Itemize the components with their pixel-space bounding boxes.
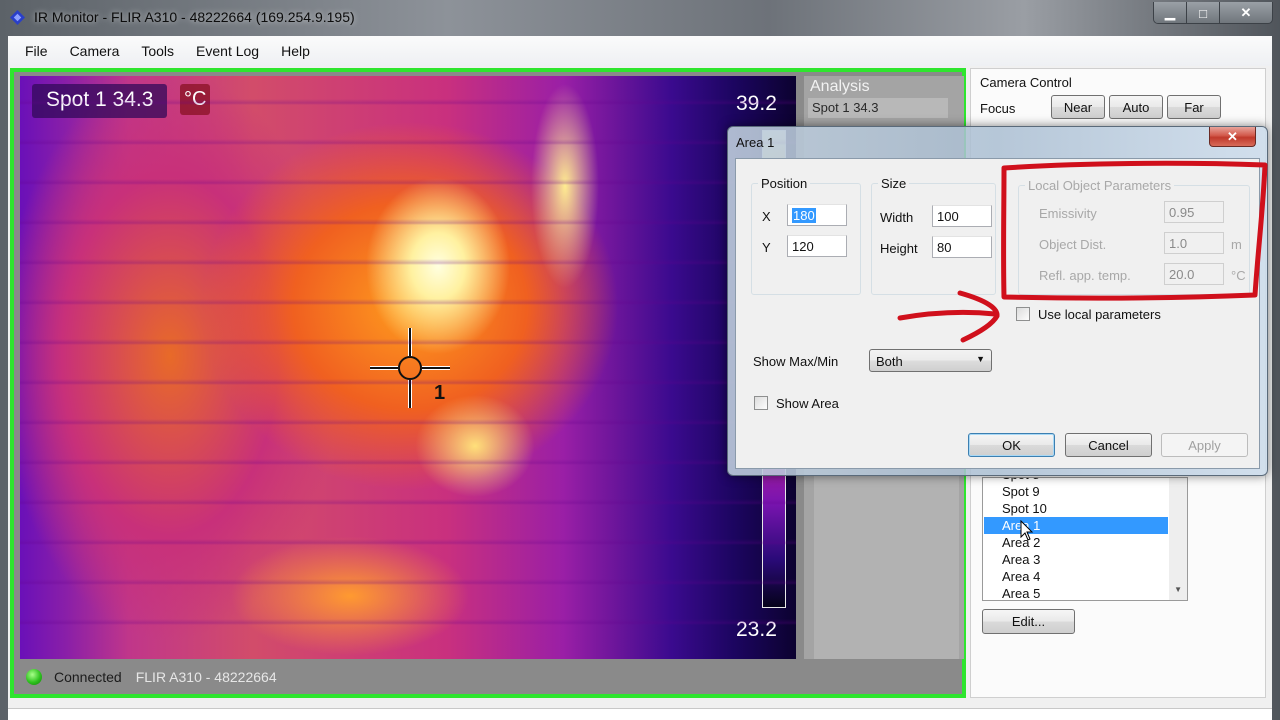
y-input[interactable]: 120 — [787, 235, 847, 257]
list-item[interactable]: Spot 10 — [984, 500, 1168, 517]
status-bar: Connected FLIR A310 - 48222664 — [20, 662, 960, 692]
title-bar: IR Monitor - FLIR A310 - 48222664 (169.2… — [0, 0, 1280, 36]
scroll-down-icon[interactable]: ▼ — [1174, 585, 1182, 594]
show-area-label: Show Area — [776, 396, 839, 411]
y-label: Y — [762, 240, 771, 255]
x-input[interactable]: 180 — [787, 204, 847, 226]
app-diamond-icon — [10, 10, 25, 25]
focus-near-button[interactable]: Near — [1051, 95, 1105, 119]
list-item[interactable]: Area 4 — [984, 568, 1168, 585]
menu-help[interactable]: Help — [270, 43, 321, 59]
local-params-group-label: Local Object Parameters — [1025, 178, 1175, 193]
show-maxmin-value: Both — [876, 354, 903, 369]
scale-min-value: 23.2 — [736, 618, 777, 641]
object-distance-input[interactable]: 1.0 — [1164, 232, 1224, 254]
connection-led-icon — [26, 669, 42, 685]
emissivity-label: Emissivity — [1039, 206, 1097, 221]
scale-max-value: 39.2 — [736, 92, 777, 115]
use-local-params-checkbox[interactable] — [1016, 307, 1030, 321]
analysis-body — [814, 476, 959, 659]
device-name: FLIR A310 - 48222664 — [135, 669, 277, 685]
temperature-unit: °C — [180, 84, 211, 115]
object-distance-label: Object Dist. — [1039, 237, 1107, 252]
height-input[interactable]: 80 — [932, 236, 992, 258]
list-item[interactable]: Area 5 — [984, 585, 1168, 600]
menu-event-log[interactable]: Event Log — [185, 43, 270, 59]
close-button[interactable]: ✕ — [1220, 2, 1272, 23]
apply-button[interactable]: Apply — [1161, 433, 1248, 457]
analysis-title: Analysis — [810, 78, 870, 95]
mouse-cursor-icon — [1020, 520, 1034, 541]
reflected-temp-label: Refl. app. temp. — [1039, 268, 1131, 283]
show-maxmin-select[interactable]: Both ▼ — [869, 349, 992, 372]
list-item[interactable]: Spot 9 — [984, 483, 1168, 500]
window-title: IR Monitor - FLIR A310 - 48222664 (169.2… — [34, 9, 355, 25]
menu-tools[interactable]: Tools — [130, 43, 185, 59]
list-item-selected[interactable]: Area 1 — [984, 517, 1168, 534]
size-group: Size Width 100 Height 80 — [871, 176, 996, 295]
x-value: 180 — [792, 208, 816, 223]
dialog-close-button[interactable]: ✕ — [1209, 127, 1256, 147]
x-label: X — [762, 209, 771, 224]
focus-far-button[interactable]: Far — [1167, 95, 1221, 119]
dialog-title: Area 1 — [736, 135, 775, 150]
spot-marker-label: 1 — [434, 382, 446, 404]
connection-status: Connected — [54, 669, 122, 685]
event-log-header — [8, 708, 1272, 720]
distance-unit: m — [1231, 237, 1242, 252]
show-area-checkbox[interactable] — [754, 396, 768, 410]
use-local-params-label: Use local parameters — [1038, 307, 1161, 322]
ok-button[interactable]: OK — [968, 433, 1055, 457]
list-item[interactable]: Area 2 — [984, 534, 1168, 551]
menu-camera[interactable]: Camera — [59, 43, 131, 59]
reflected-temp-input[interactable]: 20.0 — [1164, 263, 1224, 285]
camera-control-title: Camera Control — [980, 75, 1072, 90]
position-group: Position X 180 Y 120 — [751, 176, 861, 295]
dropdown-arrow-icon: ▼ — [976, 354, 985, 364]
edit-button[interactable]: Edit... — [982, 609, 1075, 634]
spot-readout: Spot 1 34.3 — [32, 84, 168, 118]
dialog-body: Position X 180 Y 120 Size Width 100 Heig… — [735, 158, 1260, 469]
focus-label: Focus — [980, 101, 1016, 116]
list-item[interactable]: Area 3 — [984, 551, 1168, 568]
list-scrollbar[interactable]: ▼ — [1169, 478, 1187, 600]
width-label: Width — [880, 210, 914, 225]
height-label: Height — [880, 241, 918, 256]
menu-file[interactable]: File — [14, 43, 59, 59]
focus-auto-button[interactable]: Auto — [1109, 95, 1163, 119]
analysis-item: Spot 1 34.3 — [808, 98, 948, 118]
position-group-label: Position — [758, 176, 811, 191]
menu-bar: File Camera Tools Event Log Help — [8, 36, 1272, 66]
local-params-group: Local Object Parameters Emissivity 0.95 … — [1018, 178, 1250, 295]
emissivity-input[interactable]: 0.95 — [1164, 201, 1224, 223]
thermal-image[interactable]: Spot 1 34.3 °C 1 39.2 23.2 — [20, 76, 796, 659]
caption-buttons: ▁ □ ✕ — [1153, 2, 1273, 24]
maximize-button[interactable]: □ — [1187, 2, 1220, 23]
size-group-label: Size — [878, 176, 910, 191]
width-input[interactable]: 100 — [932, 205, 992, 227]
cancel-button[interactable]: Cancel — [1065, 433, 1152, 457]
show-maxmin-label: Show Max/Min — [753, 354, 839, 369]
minimize-button[interactable]: ▁ — [1154, 2, 1187, 23]
measurement-list[interactable]: Spot 8 Spot 9 Spot 10 Area 1 Area 2 Area… — [982, 477, 1188, 601]
area-properties-dialog: Area 1 ✕ Position X 180 Y 120 Size Width… — [727, 126, 1268, 476]
reflected-temp-unit: °C — [1231, 268, 1246, 283]
